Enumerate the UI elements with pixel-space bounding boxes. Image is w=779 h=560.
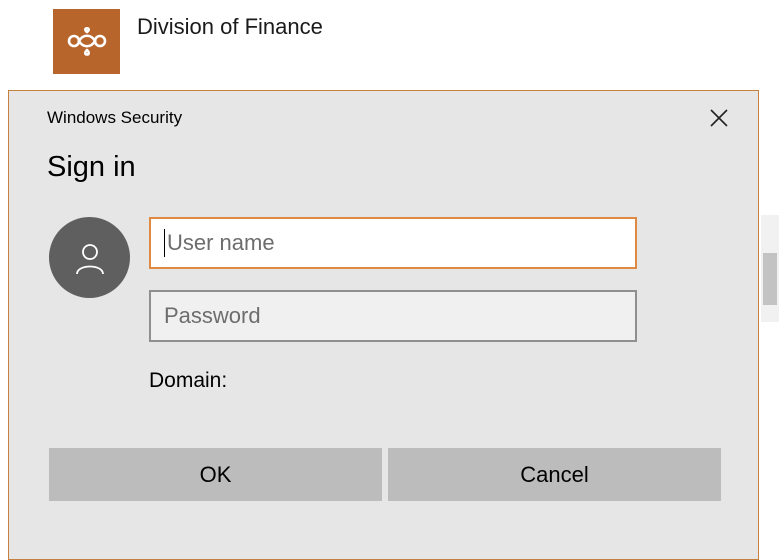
cancel-button[interactable]: Cancel bbox=[388, 448, 721, 501]
password-input[interactable] bbox=[149, 290, 637, 342]
user-icon bbox=[75, 243, 104, 274]
app-logo bbox=[53, 9, 120, 74]
dialog-caption: Windows Security bbox=[47, 108, 183, 127]
domain-label: Domain: bbox=[149, 369, 228, 392]
app-title: Division of Finance bbox=[137, 14, 323, 39]
text-caret bbox=[164, 229, 165, 257]
ok-button[interactable]: OK bbox=[49, 448, 382, 501]
background-scrollbar-thumb[interactable] bbox=[763, 253, 777, 305]
windows-security-dialog: Windows Security Sign in Domain: OK Canc… bbox=[8, 90, 759, 560]
avatar bbox=[49, 217, 130, 298]
close-icon bbox=[710, 109, 728, 127]
username-input[interactable] bbox=[149, 217, 637, 269]
close-button[interactable] bbox=[701, 103, 737, 133]
sign-in-heading: Sign in bbox=[47, 151, 136, 183]
infinity-knot-icon bbox=[67, 26, 106, 56]
